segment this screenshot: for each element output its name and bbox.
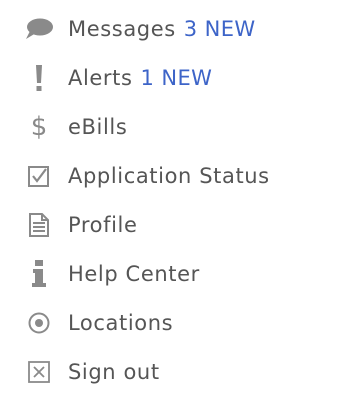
- menu-item-help-center[interactable]: Help Center: [24, 249, 358, 298]
- menu-item-label: Help Center: [68, 261, 200, 286]
- location-target-icon: [24, 308, 54, 338]
- exclamation-icon: [24, 63, 54, 93]
- menu-item-label: Application Status: [68, 163, 270, 188]
- menu-item-label: Sign out: [68, 359, 160, 384]
- speech-bubble-icon: [24, 14, 54, 44]
- menu-item-label: eBills: [68, 114, 128, 139]
- menu-item-messages[interactable]: Messages 3 NEW: [24, 4, 358, 53]
- close-box-icon: [24, 357, 54, 387]
- document-icon: [24, 210, 54, 240]
- menu-item-application-status[interactable]: Application Status: [24, 151, 358, 200]
- menu-item-alerts[interactable]: Alerts 1 NEW: [24, 53, 358, 102]
- menu-item-label: Alerts: [68, 65, 133, 90]
- checkbox-checked-icon: [24, 161, 54, 191]
- info-icon: [24, 259, 54, 289]
- new-count-badge: 1 NEW: [140, 65, 213, 90]
- menu-item-label: Messages: [68, 16, 176, 41]
- menu-item-profile[interactable]: Profile: [24, 200, 358, 249]
- new-count-badge: 3 NEW: [183, 16, 256, 41]
- dollar-icon: $: [30, 111, 48, 142]
- menu-item-label: Locations: [68, 310, 174, 335]
- menu-item-label: Profile: [68, 212, 138, 237]
- account-menu: Messages 3 NEW Alerts 1 NEW $ eBills App…: [0, 0, 358, 402]
- menu-item-locations[interactable]: Locations: [24, 298, 358, 347]
- menu-item-sign-out[interactable]: Sign out: [24, 347, 358, 396]
- menu-item-ebills[interactable]: $ eBills: [24, 102, 358, 151]
